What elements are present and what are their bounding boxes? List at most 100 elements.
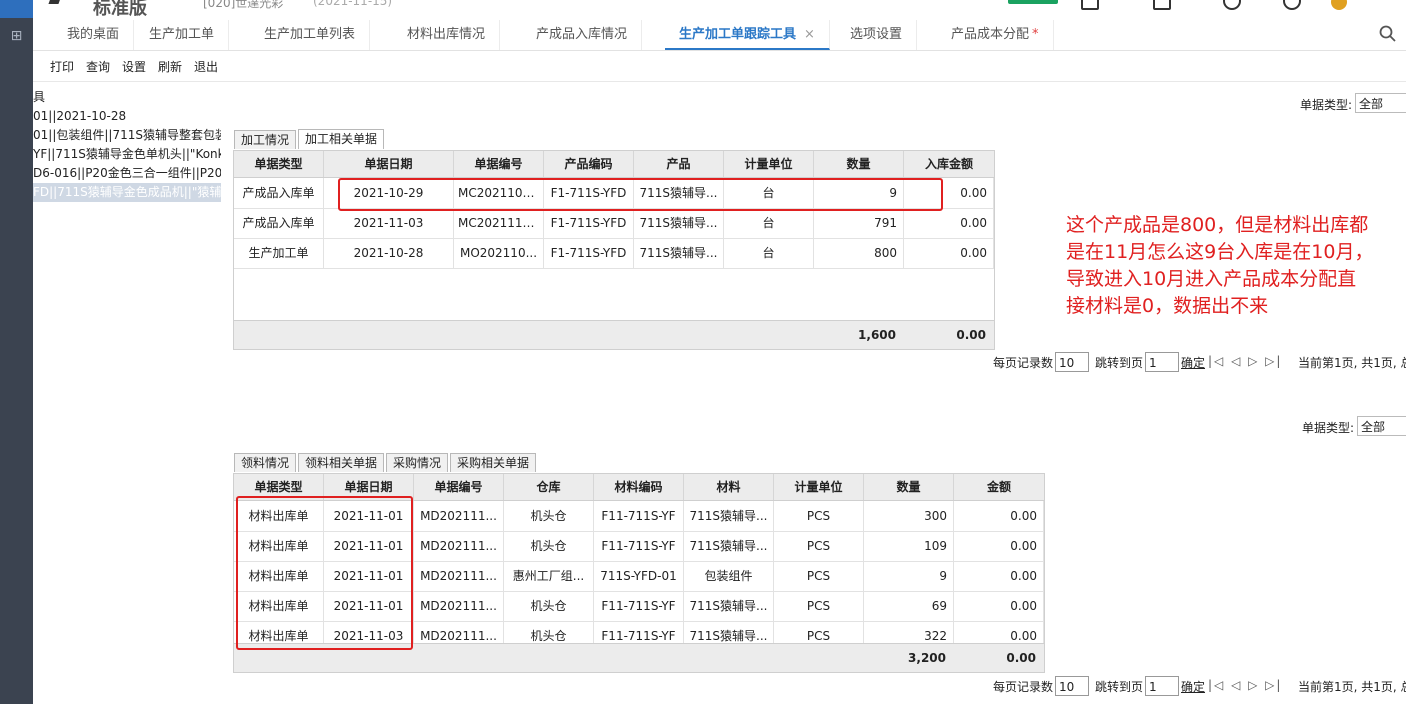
- cell: 2021-11-03: [324, 208, 454, 238]
- col-doc-no[interactable]: 单据编号: [454, 151, 544, 177]
- cell: 机头仓: [504, 531, 594, 561]
- tab-production-order-list[interactable]: 生产加工单列表: [250, 20, 371, 50]
- col-doc-type[interactable]: 单据类型: [234, 151, 324, 177]
- col-amount[interactable]: 入库金额: [904, 151, 994, 177]
- cell: 711S猿辅导...: [684, 591, 774, 621]
- cell: 机头仓: [504, 621, 594, 643]
- confirm-jump-button[interactable]: 确定: [1181, 354, 1205, 371]
- search-icon[interactable]: [1378, 24, 1398, 44]
- col-warehouse[interactable]: 仓库: [504, 474, 594, 500]
- cell: F1-711S-YFD: [544, 238, 634, 268]
- cell: PCS: [774, 561, 864, 591]
- col-unit[interactable]: 计量单位: [774, 474, 864, 500]
- app-logo-icon: [48, 0, 64, 4]
- upper-filter-label: 单据类型:: [1300, 98, 1353, 112]
- col-unit[interactable]: 计量单位: [724, 151, 814, 177]
- cell: F1-711S-YFD: [544, 208, 634, 238]
- nav-tile-icon[interactable]: [0, 0, 33, 18]
- upper-pager: 每页记录数 10 跳转到页 1 确定 |◁ ◁ ▷ ▷| 当前第1页, 共1页,…: [993, 352, 1406, 374]
- subtab-picking-docs[interactable]: 领料相关单据: [298, 453, 385, 472]
- window-icon[interactable]: [1081, 0, 1099, 10]
- cell: 0.00: [904, 238, 994, 268]
- tab-production-tracking[interactable]: 生产加工单跟踪工具 ×: [665, 20, 830, 50]
- annotation-line: 是在11月怎么这9台入库是在10月，: [1066, 241, 1374, 263]
- pager-nav-icon[interactable]: |◁ ◁ ▷ ▷|: [1208, 678, 1282, 692]
- cell: PCS: [774, 591, 864, 621]
- table-row[interactable]: 产成品入库单 2021-11-03 MC2021110... F1-711S-Y…: [234, 208, 994, 239]
- tab-cost-allocation[interactable]: 产品成本分配 *: [937, 20, 1054, 50]
- subtab-processing-docs[interactable]: 加工相关单据: [298, 129, 385, 149]
- lower-total-amount: 0.00: [1006, 651, 1036, 665]
- confirm-jump-button[interactable]: 确定: [1181, 678, 1205, 695]
- toolbar: 打印 查询 设置 刷新 退出: [33, 51, 1406, 82]
- col-qty[interactable]: 数量: [814, 151, 904, 177]
- per-page-input[interactable]: 10: [1055, 676, 1089, 696]
- tree-node[interactable]: 01||2021-10-28: [33, 107, 126, 126]
- pager-status: 当前第1页, 共1页, 总: [1298, 356, 1406, 370]
- subtab-processing[interactable]: 加工情况: [234, 130, 297, 149]
- col-doc-no[interactable]: 单据编号: [414, 474, 504, 500]
- pager-status: 当前第1页, 共1页, 总: [1298, 680, 1406, 694]
- cell: 711S猿辅导...: [684, 501, 774, 531]
- per-page-input[interactable]: 10: [1055, 352, 1089, 372]
- cell: 800: [814, 238, 904, 268]
- cell: 生产加工单: [234, 238, 324, 268]
- query-button[interactable]: 查询: [86, 58, 110, 75]
- tree-node[interactable]: D6-016||P20金色三合一组件||P20金: [33, 164, 221, 183]
- cell: 69: [864, 591, 954, 621]
- exit-button[interactable]: 退出: [194, 58, 218, 75]
- green-action-button[interactable]: [1008, 0, 1058, 4]
- subtab-purchasing[interactable]: 采购情况: [386, 453, 449, 472]
- col-material[interactable]: 材料: [684, 474, 774, 500]
- table-row[interactable]: 生产加工单 2021-10-28 MO202110... F1-711S-YFD…: [234, 238, 994, 269]
- pager-nav-icon[interactable]: |◁ ◁ ▷ ▷|: [1208, 354, 1282, 368]
- highlight-box: [236, 496, 413, 650]
- lower-doc-type-select[interactable]: 全部: [1357, 416, 1406, 436]
- tree-node[interactable]: YF||711S猿辅导金色单机头||"Konka": [33, 145, 221, 164]
- cell: 2021-10-28: [324, 238, 454, 268]
- tab-finished-goods-receipt[interactable]: 产成品入库情况: [522, 20, 643, 50]
- cell: 0.00: [954, 531, 1044, 561]
- cell: 产成品入库单: [234, 178, 324, 208]
- nav-glyph-icon[interactable]: ⊞: [0, 28, 33, 44]
- upper-doc-type-select[interactable]: 全部: [1355, 93, 1406, 113]
- user-icon[interactable]: [1223, 0, 1241, 10]
- settings-button[interactable]: 设置: [122, 58, 146, 75]
- col-product-code[interactable]: 产品编码: [544, 151, 634, 177]
- annotation-note: 这个产成品是800，但是材料出库都 是在11月怎么这9台入库是在10月， 导致进…: [1066, 212, 1406, 320]
- cell: 惠州工厂组...: [504, 561, 594, 591]
- close-tab-icon[interactable]: ×: [804, 27, 815, 42]
- cell: F11-711S-YF: [594, 591, 684, 621]
- tree-node[interactable]: 01||包装组件||711S猿辅导整套包装: [33, 126, 221, 145]
- cell: F11-711S-YF: [594, 621, 684, 643]
- gear-icon[interactable]: [1331, 0, 1347, 10]
- tab-my-desktop[interactable]: 我的桌面: [53, 20, 135, 50]
- bell-icon[interactable]: [1283, 0, 1301, 10]
- subtab-purchase-docs[interactable]: 采购相关单据: [450, 453, 537, 472]
- col-qty[interactable]: 数量: [864, 474, 954, 500]
- col-doc-date[interactable]: 单据日期: [324, 151, 454, 177]
- cell: F11-711S-YF: [594, 531, 684, 561]
- refresh-button[interactable]: 刷新: [158, 58, 182, 75]
- jump-page-input[interactable]: 1: [1145, 676, 1179, 696]
- col-amount[interactable]: 金额: [954, 474, 1044, 500]
- upper-grid-footer: 1,600 0.00: [234, 320, 994, 349]
- lower-grid: 单据类型 单据日期 单据编号 仓库 材料编码 材料 计量单位 数量 金额 材料出…: [233, 473, 1045, 673]
- tab-options[interactable]: 选项设置: [836, 20, 918, 50]
- tree-node[interactable]: 具: [33, 88, 45, 107]
- cell: MD202111...: [414, 531, 504, 561]
- tab-production-order[interactable]: 生产加工单: [135, 20, 230, 50]
- cell: MD202111...: [414, 561, 504, 591]
- col-product[interactable]: 产品: [634, 151, 724, 177]
- tree-node-selected[interactable]: FD||711S猿辅导金色成品机||"猿辅导: [33, 183, 221, 202]
- jump-page-input[interactable]: 1: [1145, 352, 1179, 372]
- cell: 711S猿辅导...: [634, 208, 724, 238]
- subtab-material-picking[interactable]: 领料情况: [234, 453, 297, 472]
- cell: 711S猿辅导...: [684, 531, 774, 561]
- col-material-code[interactable]: 材料编码: [594, 474, 684, 500]
- tab-material-issue[interactable]: 材料出库情况: [393, 20, 501, 50]
- print-button[interactable]: 打印: [50, 58, 74, 75]
- calendar-icon[interactable]: [1153, 0, 1171, 10]
- tracking-tree: 具 01||2021-10-28 01||包装组件||711S猿辅导整套包装 Y…: [33, 88, 221, 208]
- annotation-line: 导致进入10月进入产品成本分配直: [1066, 268, 1357, 290]
